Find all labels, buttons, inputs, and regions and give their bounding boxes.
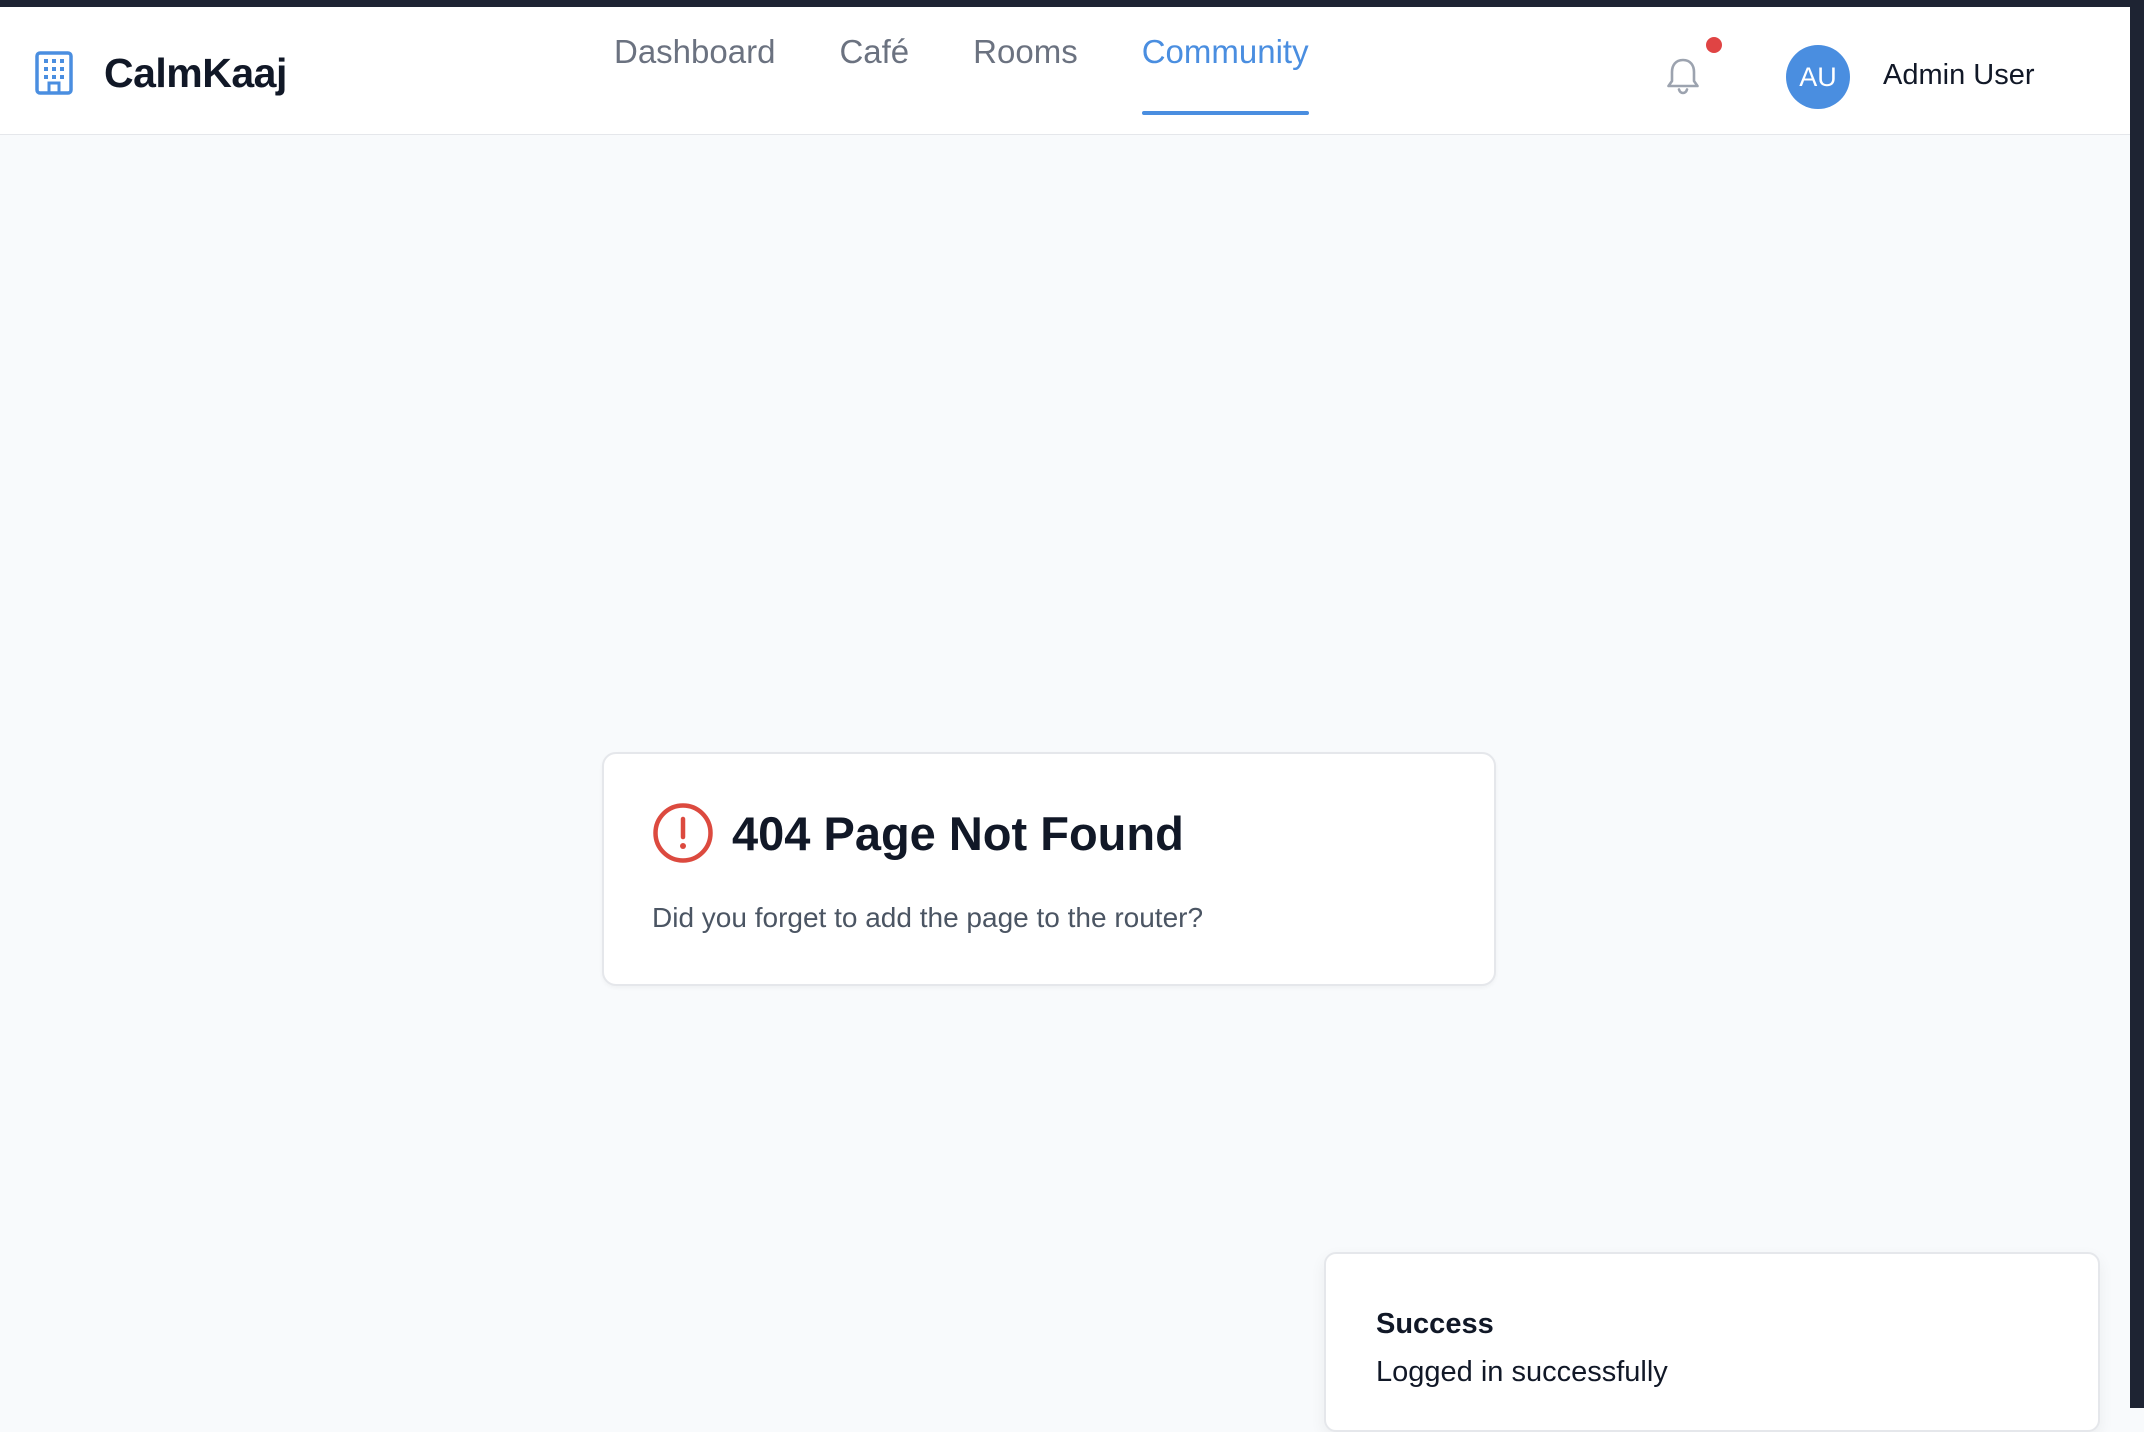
alert-circle-icon <box>653 803 713 863</box>
window-side-edge <box>2130 0 2144 1408</box>
nav-item-rooms[interactable]: Rooms <box>973 7 1078 113</box>
success-toast[interactable]: Success Logged in successfully <box>1324 1252 2100 1432</box>
app-name: CalmKaaj <box>104 49 287 96</box>
user-name[interactable]: Admin User <box>1883 59 2035 92</box>
building-icon <box>35 51 73 95</box>
page-title: 404 Page Not Found <box>732 806 1184 860</box>
notification-badge <box>1706 37 1722 53</box>
not-found-card: 404 Page Not Found Did you forget to add… <box>602 752 1496 986</box>
nav-item-dashboard[interactable]: Dashboard <box>614 7 775 113</box>
nav-item-cafe[interactable]: Café <box>839 7 909 113</box>
main-nav: Dashboard Café Rooms Community <box>614 7 1373 115</box>
notifications-button[interactable] <box>1664 55 1702 97</box>
toast-title: Success <box>1376 1308 1494 1340</box>
toast-message: Logged in successfully <box>1376 1356 1668 1388</box>
bell-icon <box>1667 58 1699 95</box>
error-message: Did you forget to add the page to the ro… <box>652 902 1204 933</box>
nav-item-community[interactable]: Community <box>1141 7 1309 115</box>
error-heading: 404 Page Not Found <box>652 802 1184 864</box>
brand[interactable]: CalmKaaj <box>34 45 287 101</box>
window-top-bar <box>0 0 2144 7</box>
avatar[interactable]: AU <box>1786 45 1850 109</box>
top-navigation-bar: CalmKaaj Dashboard Café Rooms Community … <box>0 7 2130 135</box>
